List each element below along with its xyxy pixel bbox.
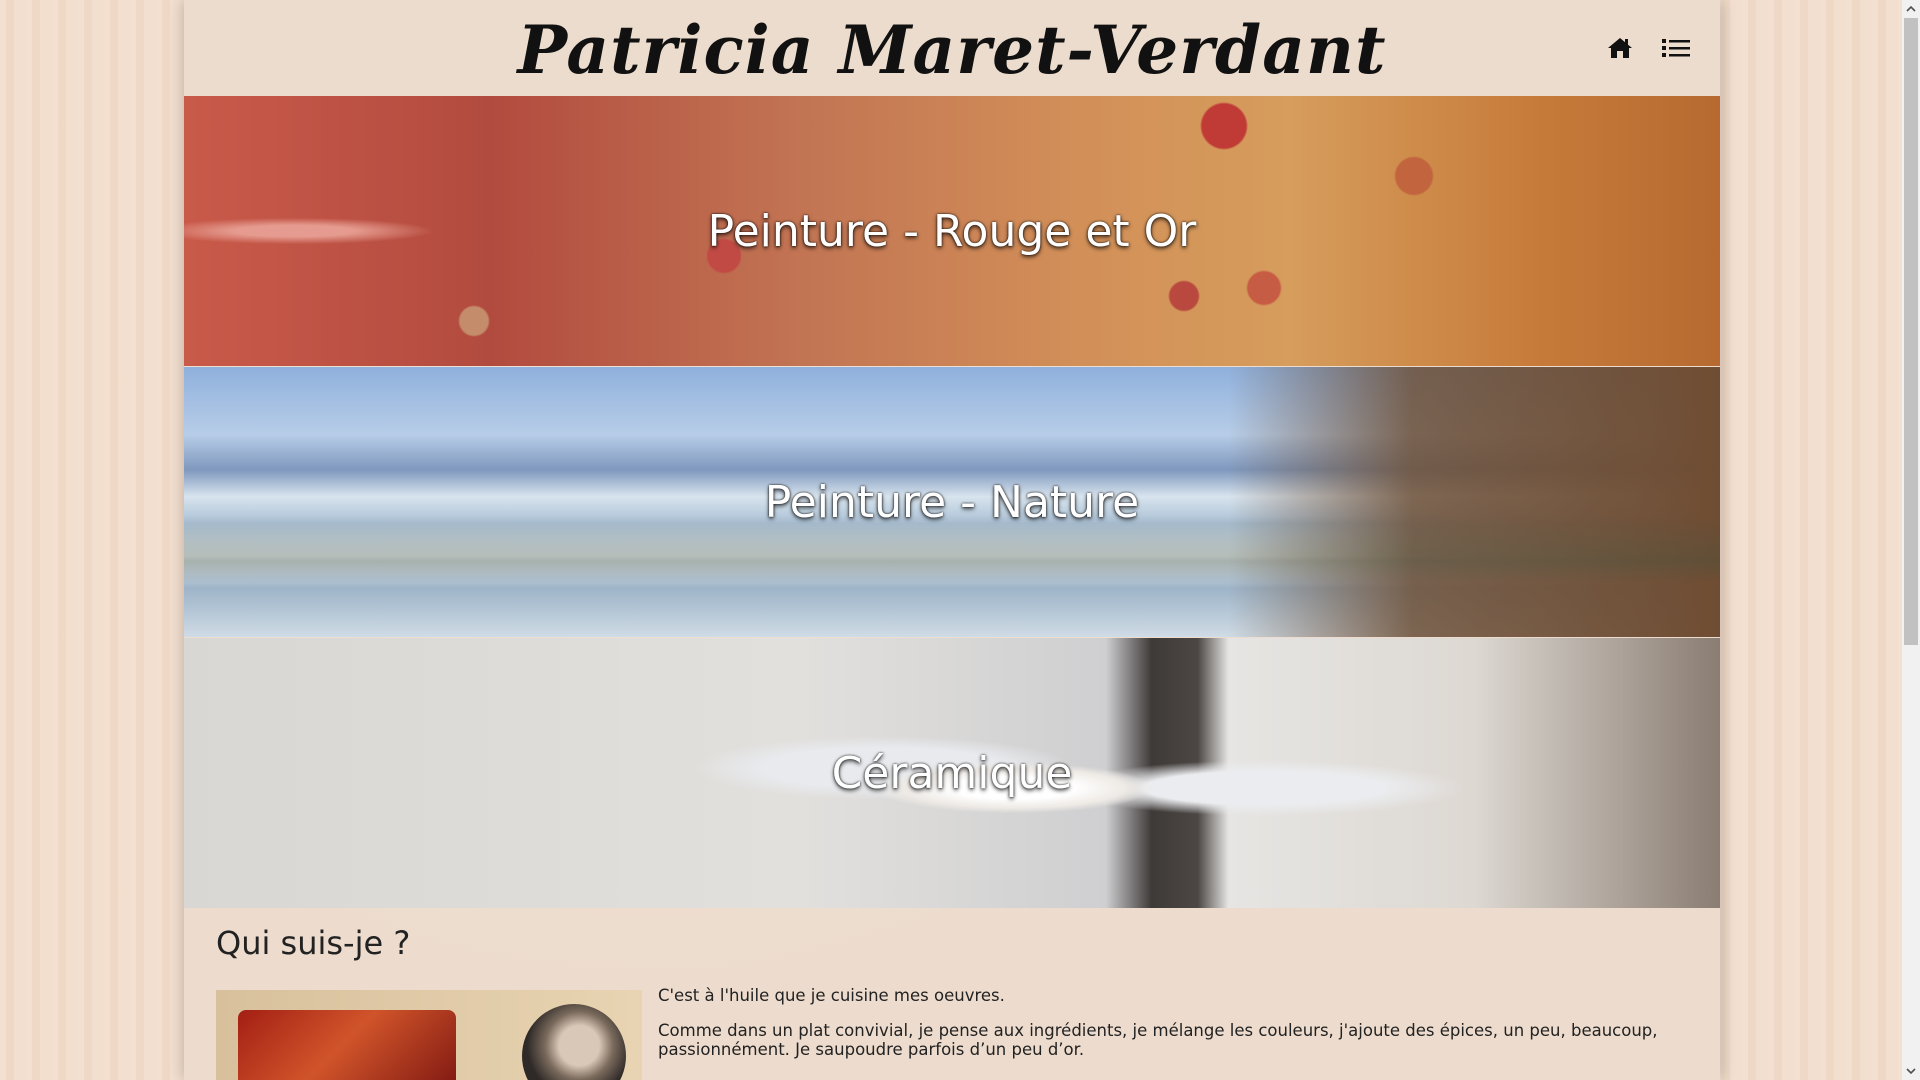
banner-label: Céramique <box>831 747 1073 799</box>
list-menu-icon <box>1662 39 1690 57</box>
banner-peinture-rouge-et-or[interactable]: Peinture - Rouge et Or <box>184 96 1720 366</box>
about-image <box>216 990 642 1080</box>
site-title[interactable]: Patricia Maret-Verdant <box>184 2 1720 98</box>
menu-button[interactable] <box>1656 28 1696 68</box>
vertical-scrollbar[interactable] <box>1902 0 1920 1080</box>
home-button[interactable] <box>1600 28 1640 68</box>
banner-ceramique[interactable]: Céramique <box>184 638 1720 908</box>
about-heading: Qui suis-je ? <box>216 924 411 962</box>
banner-label: Peinture - Nature <box>764 476 1140 528</box>
about-paragraph: Comme dans un plat convivial, je pense a… <box>658 1021 1658 1059</box>
page-container: Patricia Maret-Verdant Peinture - Rouge … <box>184 0 1720 1080</box>
banner-label: Peinture - Rouge et Or <box>707 205 1197 257</box>
banner-peinture-nature[interactable]: Peinture - Nature <box>184 367 1720 637</box>
artist-portrait <box>522 1004 626 1080</box>
home-icon <box>1608 38 1632 58</box>
about-text: C'est à l'huile que je cuisine mes oeuvr… <box>658 986 1688 1075</box>
chevron-up-icon <box>1906 5 1916 12</box>
scroll-down-button[interactable] <box>1902 1062 1920 1080</box>
chevron-down-icon <box>1906 1068 1916 1075</box>
site-header: Patricia Maret-Verdant <box>184 0 1720 96</box>
scrollbar-thumb[interactable] <box>1904 18 1918 645</box>
painting-image <box>238 1010 456 1080</box>
scroll-up-button[interactable] <box>1902 0 1920 18</box>
about-paragraph: C'est à l'huile que je cuisine mes oeuvr… <box>658 986 1005 1005</box>
